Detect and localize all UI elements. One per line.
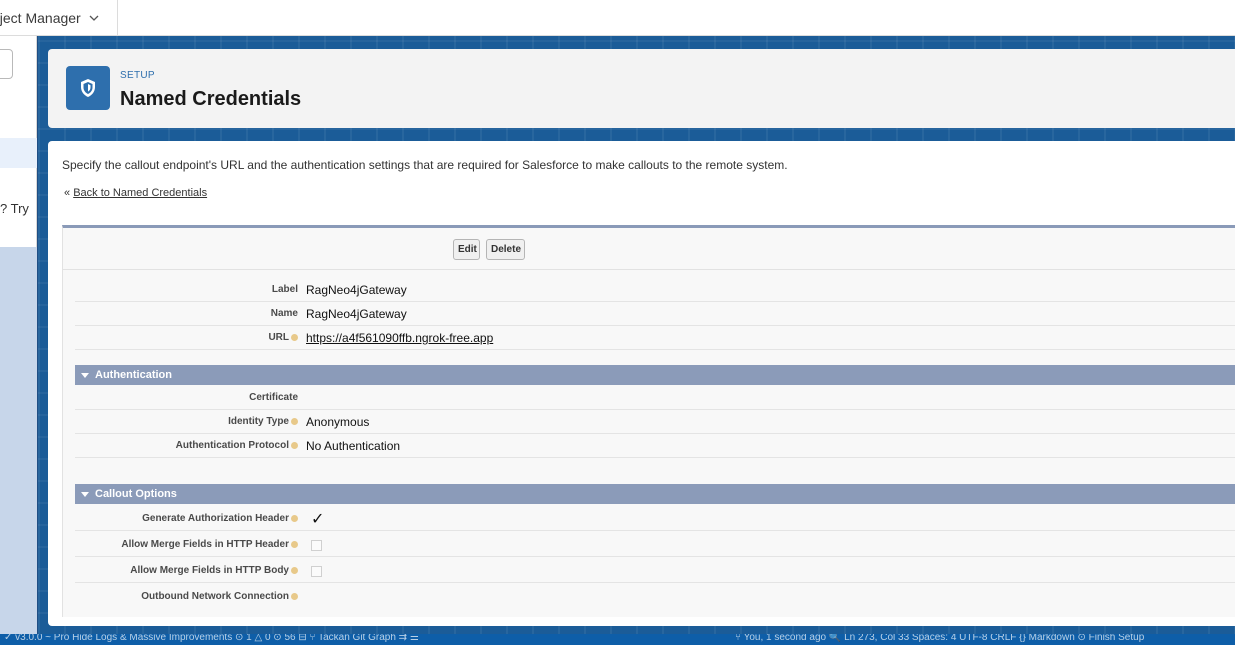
status-right-items[interactable]: ⑂ You, 1 second ago 🔍 Ln 273, Col 33 Spa… bbox=[735, 634, 1144, 643]
page-header: SETUP Named Credentials bbox=[48, 49, 1235, 128]
field-value: Anonymous bbox=[306, 415, 370, 429]
field-row-certificate: Certificate bbox=[75, 386, 1235, 410]
field-label: Allow Merge Fields in HTTP Header bbox=[121, 539, 289, 550]
page-description: Specify the callout endpoint's URL and t… bbox=[62, 158, 788, 172]
unchecked-checkbox bbox=[311, 566, 322, 577]
sidebar-try-text: ? Try bbox=[0, 201, 29, 216]
help-icon[interactable] bbox=[291, 566, 298, 574]
app-name: oject Manager bbox=[0, 10, 81, 26]
page-title: Named Credentials bbox=[120, 88, 302, 110]
field-label: Outbound Network Connection bbox=[141, 591, 289, 602]
main-content: Specify the callout endpoint's URL and t… bbox=[48, 141, 1235, 626]
field-label-wrap: URL bbox=[268, 332, 298, 343]
section-title: Callout Options bbox=[95, 488, 177, 500]
help-icon[interactable] bbox=[291, 417, 298, 425]
help-icon[interactable] bbox=[291, 441, 298, 449]
quick-find-input[interactable] bbox=[0, 49, 13, 79]
chevron-down-icon[interactable] bbox=[89, 13, 99, 23]
section-authentication[interactable]: Authentication bbox=[75, 365, 1235, 385]
field-row-auth-protocol: Authentication Protocol No Authenticatio… bbox=[75, 434, 1235, 458]
field-label: URL bbox=[268, 332, 289, 343]
help-icon[interactable] bbox=[291, 514, 298, 522]
field-row-outbound-network: Outbound Network Connection bbox=[75, 585, 1235, 609]
page-eyebrow: SETUP bbox=[120, 70, 155, 81]
field-label-wrap: Outbound Network Connection bbox=[141, 591, 298, 602]
app-launcher-tab[interactable]: oject Manager bbox=[0, 0, 118, 36]
field-label: Name bbox=[270, 308, 298, 319]
field-value: RagNeo4jGateway bbox=[306, 283, 407, 297]
field-label: Label bbox=[271, 284, 298, 295]
top-nav-bar: oject Manager bbox=[0, 0, 1235, 36]
back-to-named-credentials-link[interactable]: Back to Named Credentials bbox=[73, 187, 207, 199]
help-icon[interactable] bbox=[291, 592, 298, 600]
field-row-identity-type: Identity Type Anonymous bbox=[75, 410, 1235, 434]
left-sidebar-lower bbox=[0, 247, 37, 637]
triangle-down-icon bbox=[81, 491, 89, 497]
field-row-label: Label RagNeo4jGateway bbox=[75, 278, 1235, 302]
field-label: Authentication Protocol bbox=[175, 440, 289, 451]
field-label: Identity Type bbox=[228, 416, 289, 427]
field-value: RagNeo4jGateway bbox=[306, 307, 407, 321]
section-callout-options[interactable]: Callout Options bbox=[75, 484, 1235, 504]
field-label: Certificate bbox=[249, 392, 298, 403]
edit-button[interactable]: Edit bbox=[453, 239, 480, 260]
back-arrow: « bbox=[64, 187, 71, 199]
left-sidebar-panel: ? Try bbox=[0, 36, 37, 247]
section-title: Authentication bbox=[95, 369, 172, 381]
field-row-merge-fields-header: Allow Merge Fields in HTTP Header bbox=[75, 533, 1235, 557]
field-label: Allow Merge Fields in HTTP Body bbox=[130, 565, 289, 576]
sidebar-active-item[interactable] bbox=[0, 138, 37, 168]
status-left-items[interactable]: ✓ v3.0.0 ~ Pro Hide Logs & Massive Impro… bbox=[4, 634, 419, 643]
url-link[interactable]: https://a4f561090ffb.ngrok-free.app bbox=[306, 331, 493, 345]
unchecked-checkbox bbox=[311, 540, 322, 551]
detail-block: Edit Delete Label RagNeo4jGateway Name R… bbox=[62, 225, 1235, 617]
field-label-wrap: Allow Merge Fields in HTTP Body bbox=[130, 565, 298, 576]
editor-status-bar: ✓ v3.0.0 ~ Pro Hide Logs & Massive Impro… bbox=[0, 634, 1235, 645]
field-label-wrap: Identity Type bbox=[228, 416, 298, 427]
help-icon[interactable] bbox=[291, 333, 298, 341]
shield-icon bbox=[66, 66, 110, 110]
field-label: Generate Authorization Header bbox=[142, 513, 289, 524]
field-value: https://a4f561090ffb.ngrok-free.app bbox=[306, 331, 493, 345]
field-row-merge-fields-body: Allow Merge Fields in HTTP Body bbox=[75, 559, 1235, 583]
breadcrumb: « Back to Named Credentials bbox=[64, 187, 207, 199]
field-label-wrap: Generate Authorization Header bbox=[142, 513, 298, 524]
triangle-down-icon bbox=[81, 372, 89, 378]
field-row-generate-auth-header: Generate Authorization Header ✓ bbox=[75, 507, 1235, 531]
button-row: Edit Delete bbox=[63, 228, 1235, 270]
field-label-wrap: Authentication Protocol bbox=[176, 440, 298, 451]
field-row-name: Name RagNeo4jGateway bbox=[75, 302, 1235, 326]
field-row-url: URL https://a4f561090ffb.ngrok-free.app bbox=[75, 326, 1235, 350]
help-icon[interactable] bbox=[291, 540, 298, 548]
field-value: No Authentication bbox=[306, 439, 401, 453]
delete-button[interactable]: Delete bbox=[486, 239, 525, 260]
checkmark-icon: ✓ bbox=[311, 511, 325, 528]
field-label-wrap: Allow Merge Fields in HTTP Header bbox=[121, 539, 298, 550]
